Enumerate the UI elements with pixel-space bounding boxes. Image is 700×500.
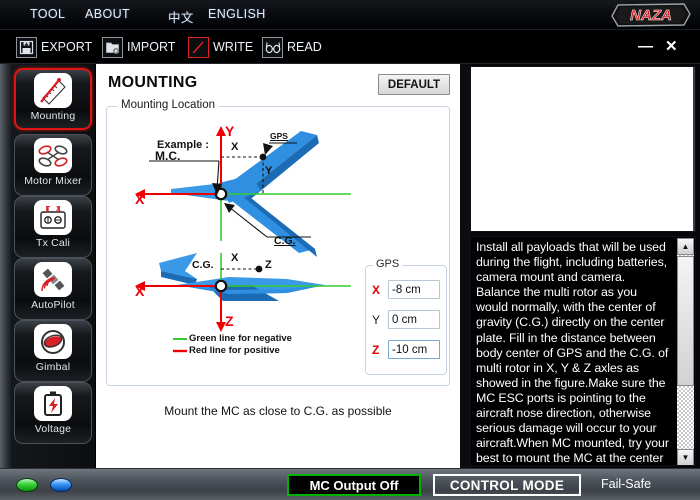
sidebar-item-voltage-label: Voltage	[34, 423, 72, 435]
import-button[interactable]: IMPORT	[102, 34, 175, 60]
default-button[interactable]: DEFAULT	[378, 74, 450, 95]
scroll-down-icon[interactable]: ▼	[677, 449, 694, 465]
dim-z-side-label: Z	[265, 259, 272, 271]
info-panel: Install all payloads that will be used d…	[470, 236, 696, 466]
minimize-button[interactable]: —	[638, 39, 653, 55]
main-panel: MOUNTING DEFAULT Mounting Location Examp…	[96, 64, 460, 468]
legend-green-text: Green line for negative	[189, 333, 292, 344]
gps-axis-x-label: X	[372, 282, 381, 297]
axis-x-top-label: X	[135, 191, 145, 207]
svg-text:X: X	[56, 206, 61, 213]
axis-z-label: Z	[225, 313, 234, 329]
gps-row-z: Z	[372, 340, 440, 359]
panel-divider	[460, 64, 470, 468]
info-text: Install all payloads that will be used d…	[476, 240, 669, 466]
write-button[interactable]: WRITE	[188, 34, 253, 60]
sidebar-item-tx-cali[interactable]: T X Tx Cali	[14, 196, 92, 258]
quadcopter-rotor-icon	[34, 138, 72, 173]
read-glasses-icon	[262, 36, 283, 58]
sidebar-item-tx-cali-label: Tx Cali	[35, 237, 71, 249]
gps-z-input[interactable]	[388, 340, 440, 359]
led-green-indicator	[16, 478, 38, 492]
battery-bolt-icon	[34, 386, 72, 421]
write-label: WRITE	[213, 40, 254, 54]
import-label: IMPORT	[127, 40, 176, 54]
sidebar-item-mounting[interactable]: Mounting	[14, 68, 92, 130]
svg-text:NAZA: NAZA	[630, 7, 672, 24]
sidebar: Mounting Motor Mixer T X Tx Cali AutoPil…	[0, 64, 96, 468]
aircraft-side-view	[177, 277, 325, 301]
mounting-location-group: Mounting Location Example: M.C. GPS C.G…	[106, 99, 450, 386]
mounting-note: Mount the MC as close to C.G. as possibl…	[164, 404, 392, 418]
app-window: TOOL ABOUT 中文 ENGLISH NAZA EXPORT IMPORT…	[0, 0, 700, 500]
sidebar-edge-strip	[0, 64, 12, 468]
read-button[interactable]: READ	[262, 34, 322, 60]
menu-item-english[interactable]: ENGLISH	[208, 7, 266, 21]
transmitter-icon: T X	[34, 200, 72, 235]
menu-item-chinese[interactable]: 中文	[168, 7, 194, 26]
sidebar-item-autopilot[interactable]: AutoPilot	[14, 258, 92, 320]
sidebar-item-motor-mixer-label: Motor Mixer	[24, 175, 82, 187]
close-button[interactable]: ✕	[665, 39, 678, 55]
import-icon	[102, 36, 123, 58]
dim-x-top-label: X	[231, 141, 239, 153]
export-label: EXPORT	[41, 40, 93, 54]
read-label: READ	[287, 40, 322, 54]
scroll-up-icon[interactable]: ▲	[677, 238, 694, 255]
dim-x-side-label: X	[231, 252, 239, 264]
gps-axis-z-label: Z	[372, 342, 380, 357]
axis-x-side-label: X	[135, 283, 145, 299]
info-scrollbar[interactable]: ▲ ▼	[677, 238, 694, 465]
mc-output-status: MC Output Off	[287, 474, 421, 496]
sidebar-item-voltage[interactable]: Voltage	[14, 382, 92, 444]
toolbar: EXPORT IMPORT WRITE READ — ✕	[0, 30, 700, 64]
menu-item-about[interactable]: ABOUT	[85, 7, 130, 21]
menu-bar: TOOL ABOUT 中文 ENGLISH NAZA	[0, 0, 700, 30]
mc-label: M.C.	[155, 149, 181, 163]
gimbal-ring-icon	[34, 324, 72, 359]
satellite-icon	[34, 262, 72, 297]
preview-panel	[470, 66, 696, 232]
dim-y-top-label: Y	[265, 165, 273, 177]
gps-axis-y-label: Y	[372, 312, 381, 327]
write-pencil-icon	[188, 36, 209, 58]
naza-logo: NAZA	[607, 1, 695, 29]
cg-label-side: C.G.	[192, 259, 214, 271]
export-button[interactable]: EXPORT	[16, 34, 92, 60]
export-icon	[16, 36, 37, 58]
gps-group-legend: GPS	[373, 258, 403, 270]
gps-row-x: X	[372, 280, 440, 299]
sidebar-item-autopilot-label: AutoPilot	[31, 299, 75, 311]
sidebar-item-mounting-label: Mounting	[30, 110, 76, 122]
gps-group: GPS X Y Z	[365, 258, 447, 375]
gps-marker-label: GPS	[270, 131, 288, 141]
ruler-mounting-icon	[34, 73, 72, 108]
page-title: MOUNTING	[108, 74, 198, 91]
cg-label-top: C.G.	[274, 235, 296, 247]
axis-y-label: Y	[225, 123, 235, 139]
control-mode-badge: CONTROL MODE	[433, 474, 581, 496]
led-blue-indicator	[50, 478, 72, 492]
menu-item-tool[interactable]: TOOL	[30, 7, 65, 21]
sidebar-item-motor-mixer[interactable]: Motor Mixer	[14, 134, 92, 196]
svg-text:T: T	[46, 206, 51, 213]
gps-y-input[interactable]	[388, 310, 440, 329]
gps-row-y: Y	[372, 310, 440, 329]
failsafe-status: Fail-Safe	[601, 477, 652, 491]
legend-red-text: Red line for positive	[189, 345, 280, 356]
aircraft-top-view	[159, 131, 319, 285]
sidebar-item-gimbal-label: Gimbal	[35, 361, 71, 373]
sidebar-item-gimbal[interactable]: Gimbal	[14, 320, 92, 382]
scrollbar-thumb[interactable]	[677, 256, 694, 386]
gps-x-input[interactable]	[388, 280, 440, 299]
